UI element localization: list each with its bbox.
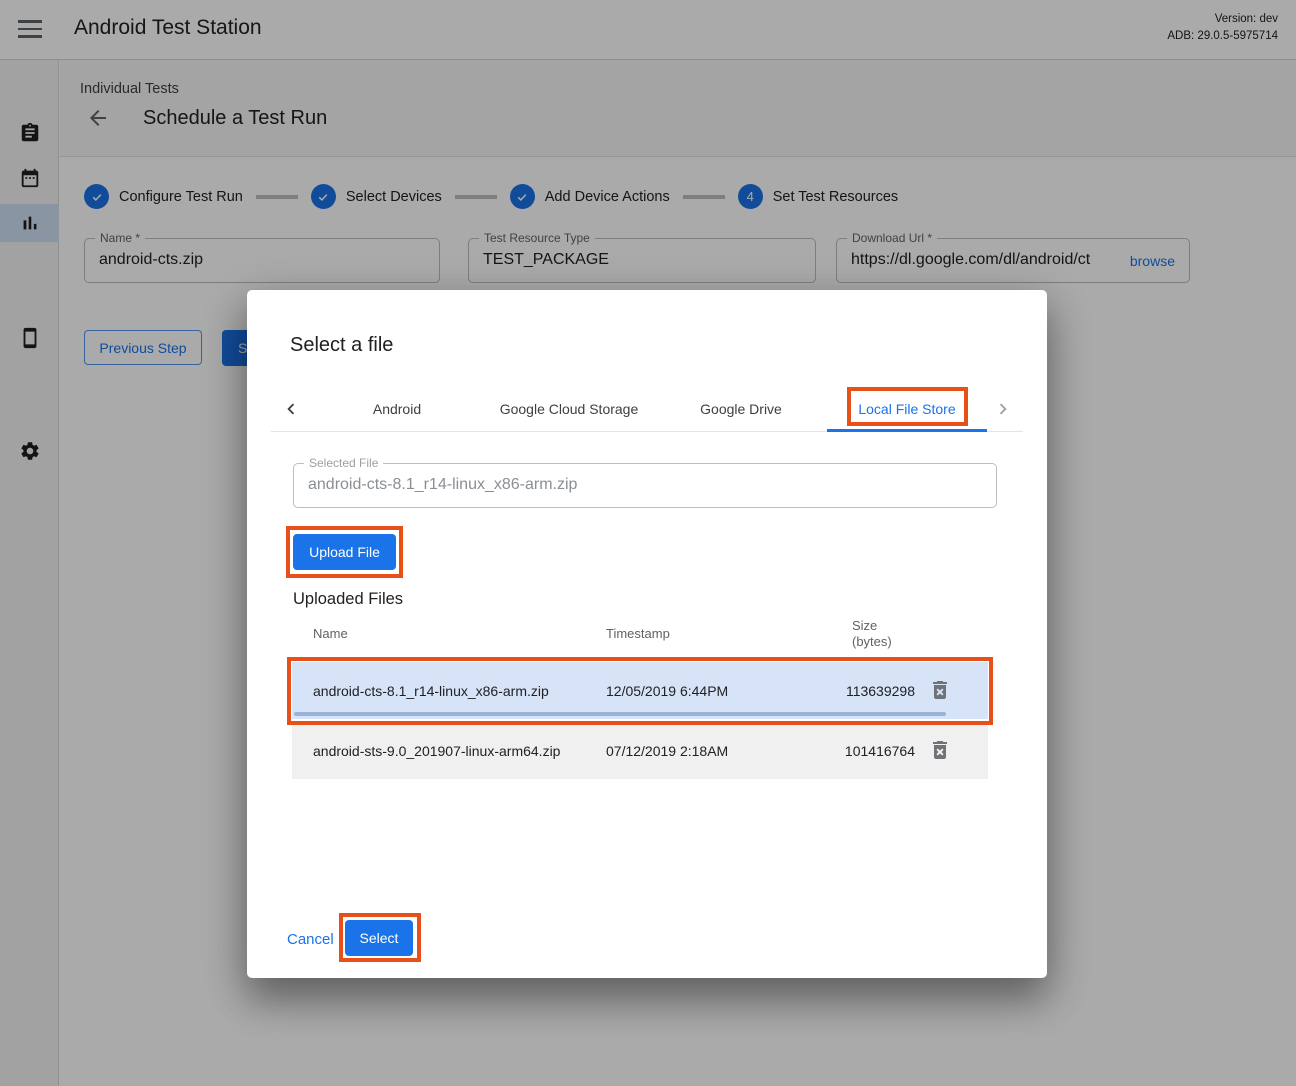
dialog-title: Select a file	[290, 334, 393, 357]
chevron-left-icon	[280, 398, 302, 420]
file-source-tabs: Android Google Cloud Storage Google Driv…	[271, 386, 1023, 432]
trash-delete-icon	[928, 678, 952, 702]
table-header-row: Name Timestamp Size (bytes)	[292, 612, 988, 662]
tab-local-file-store[interactable]: Local File Store	[827, 386, 987, 431]
size-cell: 101416764	[762, 743, 915, 759]
column-header-timestamp: Timestamp	[606, 626, 670, 641]
chevron-right-icon	[992, 398, 1014, 420]
size-cell: 113639298	[762, 683, 915, 699]
screen: Android Test Station Version: dev ADB: 2…	[0, 0, 1296, 1086]
tabs-scroll-left-button[interactable]	[271, 386, 311, 431]
delete-file-button[interactable]	[926, 736, 954, 764]
selected-file-field[interactable]: Selected File android-cts-8.1_r14-linux_…	[293, 463, 997, 508]
table-row[interactable]: android-sts-9.0_201907-linux-arm64.zip 0…	[292, 722, 988, 779]
selected-file-label: Selected File	[304, 456, 383, 470]
file-name-cell: android-cts-8.1_r14-linux_x86-arm.zip	[313, 683, 549, 699]
selected-file-value: android-cts-8.1_r14-linux_x86-arm.zip	[308, 476, 986, 494]
upload-file-button[interactable]: Upload File	[293, 534, 396, 570]
column-header-size: Size (bytes)	[852, 618, 892, 651]
horizontal-scrollbar[interactable]	[294, 712, 946, 716]
uploaded-files-table: Name Timestamp Size (bytes) android-cts-…	[292, 612, 988, 782]
tab-android[interactable]: Android	[311, 386, 483, 431]
active-tab-underline	[827, 429, 987, 432]
tab-google-drive[interactable]: Google Drive	[655, 386, 827, 431]
timestamp-cell: 12/05/2019 6:44PM	[606, 683, 728, 699]
delete-file-button[interactable]	[926, 676, 954, 704]
table-row-selected[interactable]: android-cts-8.1_r14-linux_x86-arm.zip 12…	[292, 662, 988, 719]
select-file-dialog: Select a file Android Google Cloud Stora…	[247, 290, 1047, 978]
tab-google-cloud-storage[interactable]: Google Cloud Storage	[483, 386, 655, 431]
file-name-cell: android-sts-9.0_201907-linux-arm64.zip	[313, 743, 560, 759]
uploaded-files-title: Uploaded Files	[293, 590, 403, 609]
column-header-name: Name	[313, 626, 348, 641]
cancel-button[interactable]: Cancel	[287, 931, 334, 948]
select-button[interactable]: Select	[345, 920, 413, 956]
trash-delete-icon	[928, 738, 952, 762]
timestamp-cell: 07/12/2019 2:18AM	[606, 743, 728, 759]
tabs-scroll-right-button[interactable]	[983, 386, 1023, 431]
